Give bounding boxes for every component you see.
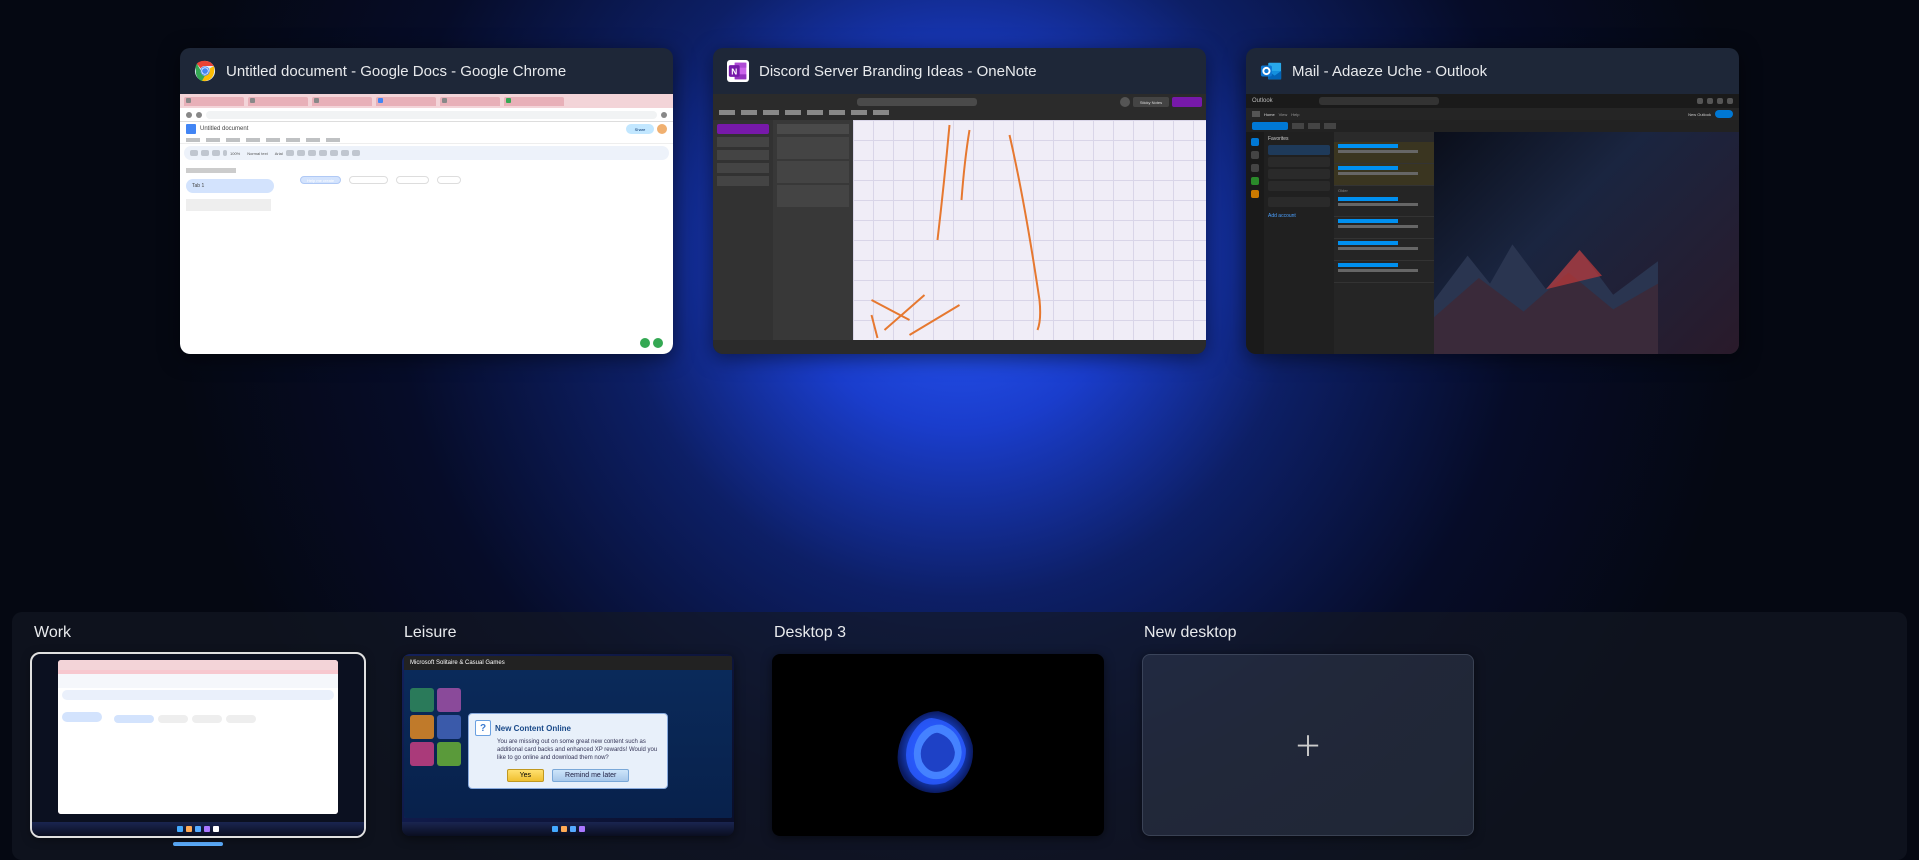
suggestion-chip[interactable]: Meeting notes (349, 176, 388, 184)
dialog-yes-button[interactable]: Yes (507, 769, 544, 782)
window-title: Untitled document - Google Docs - Google… (226, 63, 566, 80)
window-thumb-header: N Discord Server Branding Ideas - OneNot… (713, 48, 1206, 94)
desktop-item-leisure[interactable]: Leisure Microsoft Solitaire & Casual Gam… (402, 624, 734, 836)
window-title: Mail - Adaeze Uche - Outlook (1292, 63, 1487, 80)
message-item[interactable] (1334, 164, 1434, 186)
add-account-link[interactable]: Add account (1268, 213, 1330, 219)
desktop-thumbnail[interactable] (32, 654, 364, 836)
page-item[interactable] (777, 137, 849, 159)
open-windows-row: Untitled document - Google Docs - Google… (0, 0, 1919, 402)
window-thumb-header: Untitled document - Google Docs - Google… (180, 48, 673, 94)
virtual-desktops-panel: Work (12, 612, 1907, 860)
window-preview: Untitled document Share 100% Normal text (180, 94, 673, 354)
window-title: Discord Server Branding Ideas - OneNote (759, 63, 1037, 80)
search-input[interactable] (857, 98, 977, 106)
new-desktop-label: New desktop (1142, 624, 1474, 642)
message-item[interactable] (1334, 195, 1434, 217)
window-thumb-onenote[interactable]: N Discord Server Branding Ideas - OneNot… (713, 48, 1206, 354)
desktop-thumbnail[interactable] (772, 654, 1104, 836)
people-rail-icon[interactable] (1251, 164, 1259, 172)
share-button[interactable] (1172, 97, 1202, 107)
new-mail-button[interactable] (1252, 122, 1288, 130)
more-rail-icon[interactable] (1251, 190, 1259, 198)
outlook-icon (1260, 60, 1282, 82)
section-item[interactable] (717, 137, 769, 147)
new-desktop-button[interactable]: ＋ (1142, 654, 1474, 836)
window-thumb-outlook[interactable]: Mail - Adaeze Uche - Outlook Outlook Hom… (1246, 48, 1739, 354)
folder-drafts[interactable] (1268, 169, 1330, 179)
note-canvas[interactable] (853, 120, 1206, 340)
desktop-label: Work (32, 624, 364, 642)
new-content-dialog: ? New Content Online You are missing out… (468, 713, 668, 788)
window-preview: Outlook Home View Help New Outlook (1246, 94, 1739, 354)
dialog-title: New Content Online (495, 724, 571, 733)
chrome-icon (194, 60, 216, 82)
desktop-item-work[interactable]: Work (32, 624, 364, 846)
status-dot-icon (640, 338, 650, 348)
share-button[interactable]: Share (626, 124, 654, 134)
info-icon: ? (475, 720, 491, 736)
window-thumb-header: Mail - Adaeze Uche - Outlook (1246, 48, 1739, 94)
message-item[interactable] (1334, 142, 1434, 164)
message-item[interactable] (1334, 239, 1434, 261)
reading-pane (1434, 132, 1739, 354)
document-tab[interactable]: Tab 1 (186, 179, 274, 193)
suggestion-chip[interactable]: Email draft (396, 176, 429, 184)
document-title: Untitled document (200, 126, 248, 132)
new-outlook-toggle[interactable] (1715, 110, 1733, 118)
search-input[interactable] (1319, 97, 1439, 105)
svg-text:N: N (731, 66, 737, 76)
plus-icon: ＋ (1294, 725, 1322, 765)
message-list: Older (1334, 132, 1434, 354)
folder-sent[interactable] (1268, 157, 1330, 167)
sticky-notes-button[interactable]: Sticky Notes (1133, 97, 1169, 107)
onenote-icon: N (727, 60, 749, 82)
document-tabs-label (186, 168, 236, 173)
avatar (1120, 97, 1130, 107)
google-docs-icon (186, 124, 196, 134)
dialog-later-button[interactable]: Remind me later (552, 769, 629, 782)
app-title: Microsoft Solitaire & Casual Games (404, 656, 732, 670)
outline-hint (186, 199, 271, 211)
notebook-item[interactable] (717, 124, 769, 134)
window-thumb-chrome[interactable]: Untitled document - Google Docs - Google… (180, 48, 673, 354)
desktop-label: Desktop 3 (772, 624, 1104, 642)
inbox-header (1334, 132, 1434, 142)
folder-archive[interactable] (1268, 181, 1330, 191)
add-page-button[interactable] (777, 124, 849, 134)
status-dot-icon (653, 338, 663, 348)
account-row[interactable] (1268, 197, 1330, 207)
avatar (657, 124, 667, 134)
folder-inbox[interactable] (1268, 145, 1330, 155)
active-desktop-indicator (173, 842, 223, 846)
suggestion-chip[interactable]: More (437, 176, 460, 184)
mail-rail-icon[interactable] (1251, 138, 1259, 146)
desktop-label: Leisure (402, 624, 734, 642)
desktop-item-desktop3[interactable]: Desktop 3 (772, 624, 1104, 836)
new-desktop-item[interactable]: New desktop ＋ (1142, 624, 1474, 836)
suggestion-chip[interactable]: Help me create (300, 176, 341, 184)
dialog-body: You are missing out on some great new co… (497, 739, 661, 762)
todo-rail-icon[interactable] (1251, 177, 1259, 185)
message-item[interactable] (1334, 217, 1434, 239)
folder-pane: Favorites Add account (1264, 132, 1334, 354)
desktop-thumbnail[interactable]: Microsoft Solitaire & Casual Games ? New… (402, 654, 734, 836)
message-item[interactable] (1334, 261, 1434, 283)
app-rail (1246, 132, 1264, 354)
window-preview: Sticky Notes (713, 94, 1206, 354)
calendar-rail-icon[interactable] (1251, 151, 1259, 159)
